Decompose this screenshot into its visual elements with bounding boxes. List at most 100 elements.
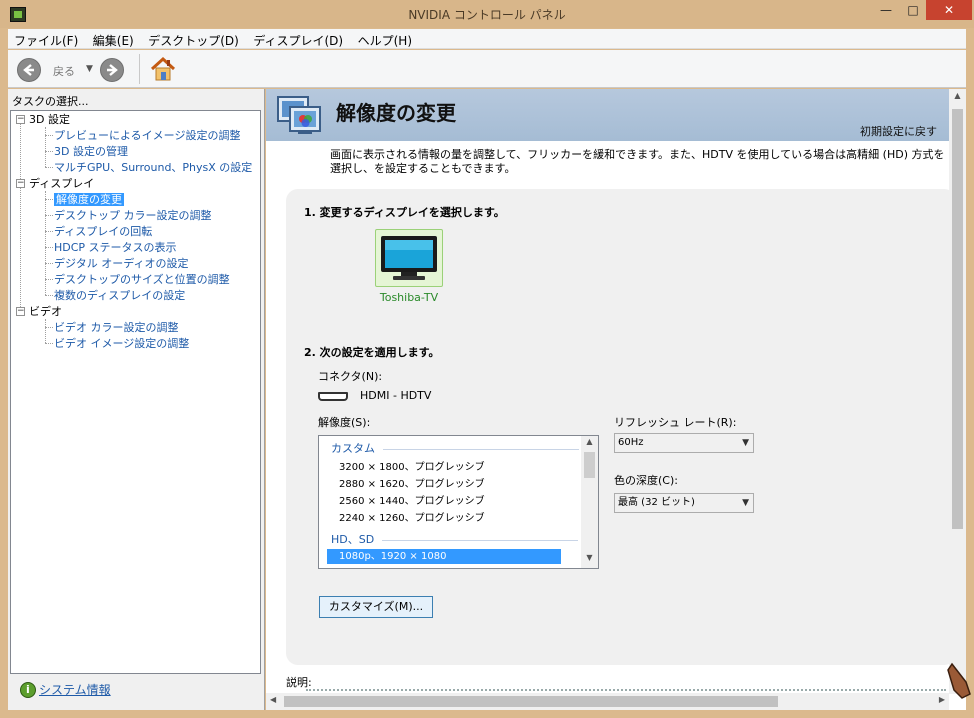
tree-line [45,167,53,168]
color-depth-select[interactable]: 最高 (32 ビット) ▼ [614,493,754,513]
back-arrow-icon[interactable] [17,58,41,82]
window-title: NVIDIA コントロール パネル [408,8,566,22]
resolution-group-hd-sd: HD、SD [331,531,579,547]
description-label: 説明: [286,676,312,689]
restore-defaults-link[interactable]: 初期設定に戻す [860,123,937,139]
tree-group-video[interactable]: ビデオ [29,304,62,319]
tree-line [45,151,53,152]
tree-item-label: HDCP ステータスの表示 [54,241,177,254]
tree-line [45,135,53,136]
tree-item-label: 3D 設定の管理 [54,145,128,158]
tree-group-3d-settings[interactable]: 3D 設定 [29,112,70,127]
group-label: カスタム [331,442,375,455]
tree-item-rotate-display[interactable]: ディスプレイの回転 [54,224,152,239]
display-tile-toshiba-tv[interactable] [375,229,443,287]
tree-item-multigpu-settings[interactable]: マルチGPU、Surround、PhysX の設定 [54,160,252,175]
tree-item-label: 複数のディスプレイの設定 [54,289,186,302]
resolution-listbox[interactable]: カスタム 3200 × 1800、プログレッシブ 2880 × 1620、プログ… [318,435,599,569]
task-panel-header: タスクの選択... [12,95,89,108]
content-horizontal-scrollbar[interactable]: ◀ ▶ [266,693,949,710]
collapse-icon[interactable]: − [16,307,25,316]
section-apply-settings: 2. 次の設定を適用します。 [304,346,440,359]
tree-line [45,127,46,167]
tree-group-label: ビデオ [29,305,62,318]
tree-item-digital-audio[interactable]: デジタル オーディオの設定 [54,256,189,271]
tree-item-change-resolution[interactable]: 解像度の変更 [54,192,124,207]
display-name[interactable]: Toshiba-TV [372,291,446,304]
page-banner: 解像度の変更 初期設定に戻す [266,89,949,141]
tree-line [45,199,53,200]
forward-arrow-icon[interactable] [100,58,124,82]
system-info-icon [20,682,36,698]
tree-item-label: 解像度の変更 [54,193,124,206]
system-info-label[interactable]: システム情報 [39,681,111,698]
tree-line [45,215,53,216]
hand-cursor-icon [946,660,974,700]
history-dropdown-icon[interactable]: ▼ [86,64,93,74]
scroll-thumb[interactable] [584,452,595,478]
tree-line [45,279,53,280]
scroll-thumb[interactable] [284,696,778,707]
display-settings-icon [276,95,324,137]
page-description: 画面に表示される情報の量を調整して、フリッカーを緩和できます。また、HDTV を… [330,148,945,175]
tree-item-label: デスクトップ カラー設定の調整 [54,209,212,222]
tree-item-label: プレビューによるイメージ設定の調整 [54,129,241,142]
tree-line [45,263,53,264]
chevron-down-icon: ▼ [742,498,749,508]
menu-desktop[interactable]: デスクトップ(D) [142,29,244,49]
group-label: HD、SD [331,533,375,546]
menu-file[interactable]: ファイル(F) [8,29,83,49]
color-depth-label: 色の深度(C): [614,474,678,487]
scroll-up-icon[interactable]: ▲ [581,437,598,451]
refresh-rate-select[interactable]: 60Hz ▼ [614,433,754,453]
content-panel: 解像度の変更 初期設定に戻す 画面に表示される情報の量を調整して、フリッカーを緩… [266,89,966,710]
tree-item-label: ディスプレイの回転 [54,225,153,238]
scroll-right-icon[interactable]: ▶ [939,695,945,704]
tree-item-label: ビデオ カラー設定の調整 [54,321,179,334]
tree-item-label: ビデオ イメージ設定の調整 [54,337,190,350]
tree-group-label: 3D 設定 [29,113,70,126]
resolution-option[interactable]: 2560 × 1440、プログレッシブ [339,492,485,507]
resolution-option[interactable]: 2240 × 1260、プログレッシブ [339,509,485,524]
group-divider [383,448,579,450]
menu-display[interactable]: ディスプレイ(D) [247,29,348,49]
refresh-rate-value: 60Hz [618,437,644,448]
toolbar-separator [139,54,140,84]
tree-line [45,319,46,343]
resolution-option-selected[interactable]: 1080p、1920 × 1080 [327,549,561,564]
tree-item-video-color-settings[interactable]: ビデオ カラー設定の調整 [54,320,179,335]
maximize-button[interactable]: □ [900,0,926,20]
home-icon[interactable] [149,55,177,83]
color-depth-value: 最高 (32 ビット) [618,497,695,508]
tree-item-multiple-displays[interactable]: 複数のディスプレイの設定 [54,288,185,303]
tree-item-desktop-size-position[interactable]: デスクトップのサイズと位置の調整 [54,272,230,287]
minimize-button[interactable]: — [872,0,900,20]
toolbar: 戻る ▼ [8,50,966,88]
scroll-thumb[interactable] [952,109,963,529]
tree-group-display[interactable]: ディスプレイ [29,176,94,191]
tree-item-hdcp-status[interactable]: HDCP ステータスの表示 [54,240,177,255]
menu-help[interactable]: ヘルプ(H) [352,29,417,49]
resolution-option[interactable]: 2880 × 1620、プログレッシブ [339,475,485,490]
tree-line [45,343,53,344]
tree-item-desktop-color-settings[interactable]: デスクトップ カラー設定の調整 [54,208,212,223]
collapse-icon[interactable]: − [16,115,25,124]
tree-item-manage-3d-settings[interactable]: 3D 設定の管理 [54,144,128,159]
tree-item-preview-image-settings[interactable]: プレビューによるイメージ設定の調整 [54,128,240,143]
scroll-up-icon[interactable]: ▲ [949,91,966,100]
content-vertical-scrollbar[interactable]: ▲ [949,89,966,694]
tree-item-label: デジタル オーディオの設定 [54,257,189,270]
scroll-down-icon[interactable]: ▼ [581,553,598,567]
collapse-icon[interactable]: − [16,179,25,188]
tree-group-label: ディスプレイ [29,177,95,190]
refresh-rate-label: リフレッシュ レート(R): [614,416,737,429]
back-label[interactable]: 戻る [53,63,75,79]
customize-button[interactable]: カスタマイズ(M)... [319,596,433,618]
close-button[interactable]: ✕ [926,0,972,20]
tree-item-video-image-settings[interactable]: ビデオ イメージ設定の調整 [54,336,189,351]
menu-edit[interactable]: 編集(E) [87,29,139,49]
resolution-option[interactable]: 3200 × 1800、プログレッシブ [339,458,485,473]
resolution-scrollbar[interactable]: ▲ ▼ [581,436,598,568]
scroll-left-icon[interactable]: ◀ [270,695,276,704]
tv-icon [381,236,437,280]
